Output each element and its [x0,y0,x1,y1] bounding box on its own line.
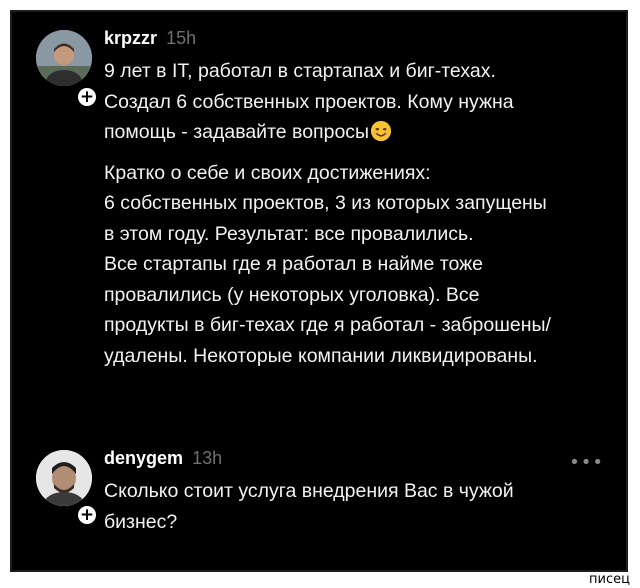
timestamp: 15h [166,28,197,48]
comment-line: в этом году. Результат: все провалились. [104,222,474,245]
comment-line: помощь - задавайте вопросы [104,117,608,148]
username[interactable]: denygem [104,448,183,468]
comment-line: бизнес? [104,510,178,533]
comment-line: удалены. Некоторые компании ликвидирован… [104,344,538,367]
comment-text: Сколько стоит услуга внедрения Вас в чуж… [104,476,608,537]
avatar[interactable] [36,450,92,506]
comment-line: Кратко о себе и своих достижениях: [104,161,431,184]
user-avatar-icon [36,450,92,506]
watermark: писец [585,572,634,588]
follow-plus-icon[interactable]: + [76,504,98,526]
more-options-icon[interactable]: ••• [569,452,604,473]
avatar[interactable] [36,30,92,86]
comment-line: 6 собственных проектов, 3 из которых зап… [104,192,547,214]
comment-line: провалились (у некоторых уголовка). Все [104,283,480,306]
comment-line: Все стартапы где я работал в найме тоже [104,253,483,275]
comment-line-text: помощь - задавайте вопросы [104,121,370,143]
user-avatar-icon [36,30,92,86]
comments-panel: + krpzzr 15h 9 лет в IT, работал в старт… [10,10,628,572]
username[interactable]: krpzzr [104,28,157,48]
comment-line: продукты в биг-техах где я работал - заб… [104,314,551,336]
comment-line: Сколько стоит услуга внедрения Вас в чуж… [104,480,514,502]
comment-text: 9 лет в IT, работал в стартапах и биг-те… [104,56,608,371]
comment-line: 9 лет в IT, работал в стартапах и биг-те… [104,60,496,82]
comment-line: Создал 6 собственных проектов. Кому нужн… [104,90,514,113]
smiling-face-emoji-icon [370,120,392,142]
follow-plus-icon[interactable]: + [76,86,98,108]
timestamp: 13h [192,448,223,468]
